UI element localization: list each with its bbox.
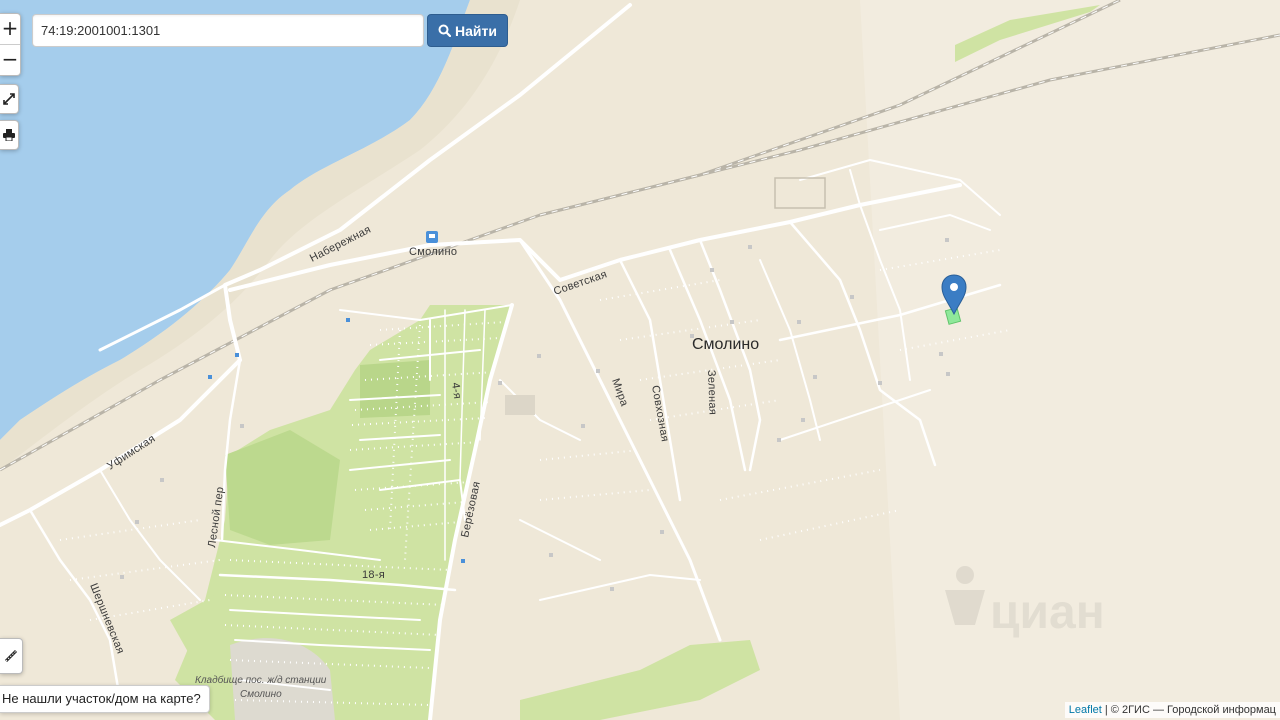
- print-icon: [3, 129, 15, 141]
- attribution-source: © 2ГИС — Городской информац: [1110, 704, 1276, 716]
- fullscreen-button[interactable]: [0, 84, 19, 114]
- zoom-control: + −: [0, 13, 21, 76]
- map-canvas[interactable]: Набережная Смолино Советская Уфимская Ле…: [0, 0, 1280, 720]
- settlement-label: Смолино: [692, 336, 759, 353]
- not-found-help-button[interactable]: Не нашли участок/дом на карте?: [0, 685, 210, 713]
- cemetery-label-line1: Кладбище пос. ж/д станции: [195, 674, 327, 686]
- street-label-zelenaya: Зеленая: [705, 370, 719, 416]
- zoom-out-button[interactable]: −: [0, 44, 20, 75]
- street-label-4: 4-я: [449, 382, 463, 400]
- cemetery-label-line2: Смолино: [240, 689, 282, 700]
- search-icon: [438, 24, 452, 37]
- measure-button[interactable]: [0, 638, 23, 674]
- street-label-18: 18-я: [362, 569, 385, 581]
- print-button[interactable]: [0, 120, 19, 150]
- search-button-label: Найти: [455, 22, 497, 39]
- expand-icon: [3, 93, 15, 105]
- map-attribution: Leaflet | © 2ГИС — Городской информац: [1064, 702, 1280, 718]
- zoom-in-button[interactable]: +: [0, 14, 20, 44]
- watermark-text: циан: [990, 586, 1105, 639]
- cadastral-search-input[interactable]: 74:19:2001001:1301: [32, 14, 424, 47]
- attribution-separator: |: [1101, 704, 1111, 716]
- leaflet-link[interactable]: Leaflet: [1069, 704, 1102, 716]
- bus-stop-icon: [426, 231, 438, 243]
- ruler-icon: [4, 649, 18, 663]
- stop-label: Смолино: [409, 246, 457, 258]
- search-button[interactable]: Найти: [427, 14, 508, 47]
